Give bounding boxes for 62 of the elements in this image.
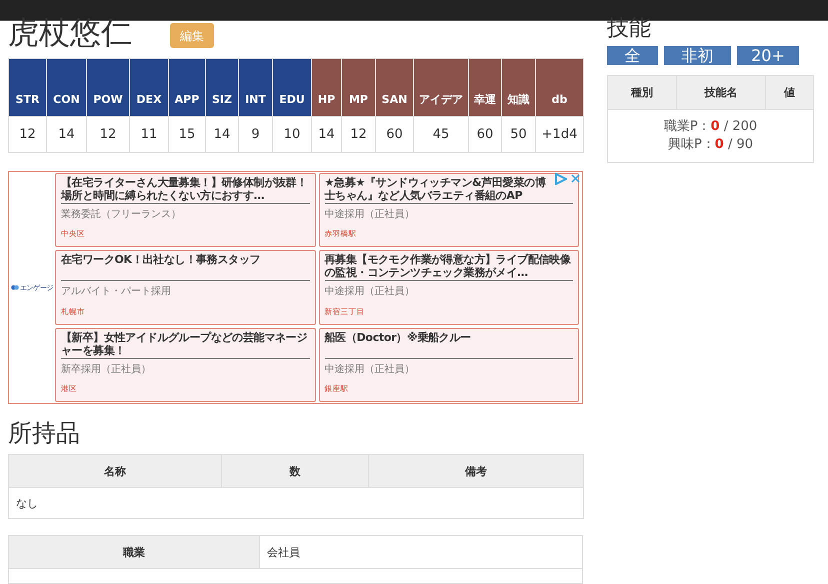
stat-header: DEX: [130, 58, 168, 116]
stat-value: 14: [46, 116, 86, 152]
stat-header: STR: [8, 58, 46, 116]
stat-value: 45: [414, 116, 468, 152]
job-title[interactable]: 船医（Doctor）※乗船クルー: [324, 330, 573, 344]
stat-value: 60: [376, 116, 414, 152]
stat-value: 50: [502, 116, 536, 152]
filter-button[interactable]: 全: [607, 46, 658, 65]
stat-header: db: [536, 58, 584, 116]
stat-header: CON: [46, 58, 86, 116]
stat-header: EDU: [272, 58, 312, 116]
stat-header: SAN: [376, 58, 414, 116]
stat-value: 14: [206, 116, 238, 152]
employment-type: アルバイト・パート採用: [61, 285, 172, 298]
stat-header: APP: [168, 58, 206, 116]
job-title[interactable]: 【在宅ライターさん大量募集！】研修体制が抜群！場所と時間に縛られたくない方におすす…: [61, 176, 310, 202]
stat-value: 10: [272, 116, 312, 152]
column-header: 技能名: [676, 76, 766, 110]
stat-header: SIZ: [206, 58, 238, 116]
field-value: 会社員: [260, 536, 582, 568]
employment-type: 中途採用（正社員）: [324, 208, 416, 221]
employment-type: 業務委託（フリーランス）: [61, 208, 182, 221]
column-header: 数: [222, 454, 368, 488]
column-header: 値: [766, 76, 814, 110]
stat-value: 60: [468, 116, 502, 152]
stat-header: アイデア: [414, 58, 468, 116]
filter-button[interactable]: 非初: [664, 46, 731, 65]
section-heading: 技能: [607, 15, 652, 43]
job-title[interactable]: 在宅ワークOK！出社なし！事務スタッフ: [61, 253, 310, 266]
field-label: 職業: [8, 536, 260, 568]
stat-header: INT: [238, 58, 272, 116]
job-title[interactable]: ★急募★『サンドウィッチマン&芦田愛菜の博士ちゃん』など人気バラエティ番組のAP: [324, 176, 551, 202]
section-heading: 所持品: [8, 418, 81, 448]
stat-value: 12: [86, 116, 130, 152]
stat-value: 12: [342, 116, 376, 152]
column-header: 備考: [368, 454, 584, 488]
stat-value: +1d4: [536, 116, 584, 152]
employment-type: 中途採用（正社員）: [324, 362, 416, 376]
stat-header: 知識: [502, 58, 536, 116]
stat-value: 9: [238, 116, 272, 152]
stat-value: 12: [8, 116, 46, 152]
stat-header: POW: [86, 58, 130, 116]
job-title[interactable]: 再募集【モクモク作業が得意な方】ライブ配信映像の監視・コンテンツチェック業務がメイ…: [324, 253, 573, 280]
stat-value: 15: [168, 116, 206, 152]
close-icon[interactable]: [571, 174, 580, 183]
stat-header: HP: [312, 58, 342, 116]
employment-type: 新卒採用（正社員）: [61, 362, 152, 376]
ad-choices-icon[interactable]: [555, 173, 567, 185]
skill-points-text: 興味P：0 / 90: [666, 136, 754, 154]
brand-logo-icon: [11, 285, 19, 290]
stat-value: 11: [130, 116, 168, 152]
column-header: 種別: [608, 76, 676, 110]
column-header: 名称: [8, 454, 222, 488]
empty-message: なし: [16, 496, 38, 510]
stat-header: MP: [342, 58, 376, 116]
character-name: 虎杖悠仁: [8, 14, 132, 53]
employment-type: 中途採用（正社員）: [324, 284, 416, 298]
skill-points-text: 職業P：0 / 200: [662, 118, 758, 136]
stat-value: 14: [312, 116, 342, 152]
filter-button[interactable]: 20+: [737, 46, 799, 65]
job-title[interactable]: 【新卒】女性アイドルグループなどの芸能マネージャーを募集！: [61, 330, 310, 357]
stat-header: 幸運: [468, 58, 502, 116]
